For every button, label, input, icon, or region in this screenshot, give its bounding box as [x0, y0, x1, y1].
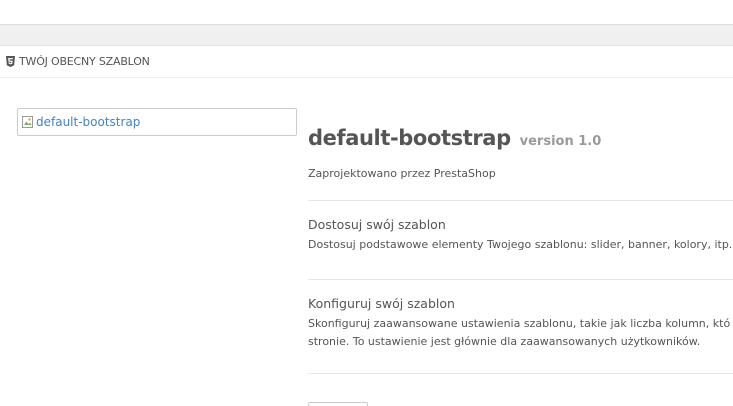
divider: [308, 373, 733, 374]
page: TWÓJ OBECNY SZABLON default-bootstrap de…: [0, 0, 733, 406]
partial-button[interactable]: [308, 402, 368, 406]
preview-alt-text: default-bootstrap: [36, 115, 141, 129]
divider: [308, 200, 733, 201]
header-band: [0, 25, 733, 46]
html5-icon: [6, 56, 15, 67]
divider: [308, 279, 733, 280]
theme-preview-image: default-bootstrap: [17, 108, 297, 136]
customize-theme-description: Dostosuj podstawowe elementy Twojego sza…: [308, 238, 733, 251]
broken-image-icon: [22, 116, 33, 128]
configure-theme-description: Skonfiguruj zaawansowane ustawienia szab…: [308, 317, 731, 330]
top-bar: [0, 0, 733, 25]
theme-title: default-bootstrap version 1.0: [308, 124, 733, 156]
theme-info: default-bootstrap version 1.0 Zaprojekto…: [308, 124, 733, 374]
theme-designer: Zaprojektowano przez PrestaShop: [308, 167, 496, 180]
theme-version: version 1.0: [519, 134, 602, 149]
customize-theme-title: Dostosuj swój szablon: [308, 217, 446, 232]
panel-heading: TWÓJ OBECNY SZABLON: [0, 46, 733, 78]
panel-title: TWÓJ OBECNY SZABLON: [19, 55, 150, 68]
configure-theme-title: Konfiguruj swój szablon: [308, 296, 455, 311]
theme-name: default-bootstrap: [308, 126, 511, 150]
configure-theme-description-line-2: stronie. To ustawienie jest głównie dla …: [308, 335, 701, 348]
